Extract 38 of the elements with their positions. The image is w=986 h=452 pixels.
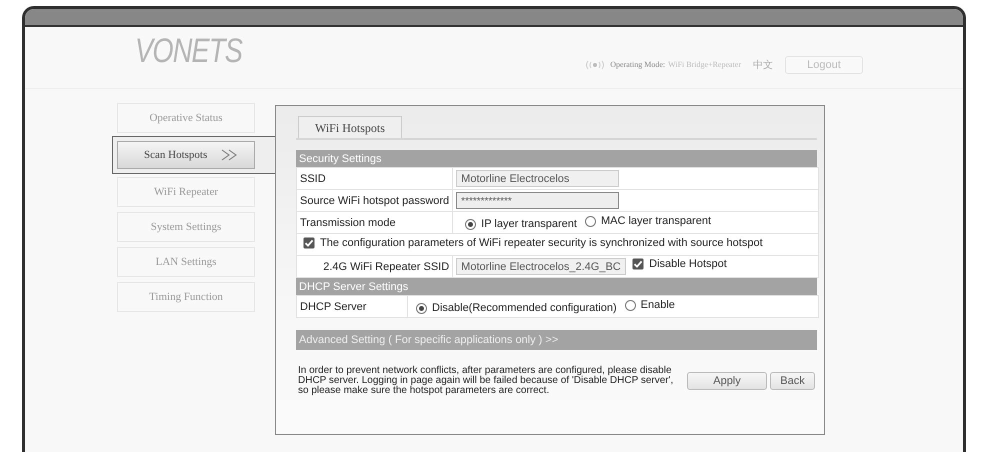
radio-button[interactable] bbox=[624, 300, 636, 310]
mode-value: WiFi Bridge+Repeater bbox=[668, 60, 741, 69]
radio-label: MAC layer transparent bbox=[600, 215, 712, 227]
checkbox[interactable] bbox=[632, 258, 644, 270]
language-link[interactable]: 中文 bbox=[753, 58, 773, 72]
section-header: Security Settings bbox=[296, 150, 817, 167]
advanced-setting-link[interactable]: Advanced Setting ( For specific applications only ) >> bbox=[296, 330, 817, 350]
sidebar-item[interactable]: Operative Status bbox=[117, 103, 255, 133]
checkbox[interactable] bbox=[303, 237, 315, 249]
field-label: Source WiFi hotspot password bbox=[296, 190, 453, 212]
double-chevron-icon bbox=[221, 149, 240, 161]
apply-button[interactable]: Apply bbox=[687, 372, 767, 390]
warning-note: In order to prevent network conflicts, after parameters are configured, please disable DHCP server. Logging in page again will be failed because of 'Disable DHCP server', so please make sure the hotspot parameters are correct. bbox=[297, 366, 674, 396]
sidebar-item[interactable]: Timing Function bbox=[117, 282, 255, 312]
sidebar-item[interactable]: Scan Hotspots bbox=[117, 141, 255, 169]
radio-label: Enable bbox=[640, 299, 675, 311]
radio-button[interactable] bbox=[416, 302, 427, 314]
input-field[interactable]: Motorline Electrocelos bbox=[456, 170, 620, 187]
field-label: Transmission mode bbox=[296, 212, 453, 234]
logout-button[interactable]: Logout bbox=[785, 56, 863, 74]
field-label: SSID bbox=[296, 168, 453, 190]
logo: VONETS bbox=[135, 32, 242, 71]
checkbox-label: Disable Hotspot bbox=[649, 258, 727, 270]
section-header: DHCP Server Settings bbox=[296, 278, 817, 295]
mode-label: Operating Mode: bbox=[610, 60, 666, 69]
radio-label: IP layer transparent bbox=[481, 218, 577, 230]
tab[interactable]: WiFi Hotspots bbox=[298, 116, 402, 138]
sidebar-item[interactable]: LAN Settings bbox=[117, 247, 255, 277]
sidebar-item[interactable]: WiFi Repeater bbox=[117, 177, 255, 207]
field-label: DHCP Server bbox=[296, 296, 408, 318]
radio-button[interactable] bbox=[584, 216, 596, 226]
input-field[interactable]: Motorline Electrocelos_2.4G_BC bbox=[456, 258, 626, 275]
back-button[interactable]: Back bbox=[770, 372, 815, 390]
checkbox-label: The configuration parameters of WiFi repeater security is synchronized with source hotspot bbox=[320, 237, 763, 249]
radio-button[interactable] bbox=[465, 218, 476, 230]
sidebar-item[interactable]: System Settings bbox=[117, 212, 255, 242]
radio-label: Disable(Recommended configuration) bbox=[432, 302, 617, 314]
password-field[interactable]: ************* bbox=[456, 192, 620, 209]
